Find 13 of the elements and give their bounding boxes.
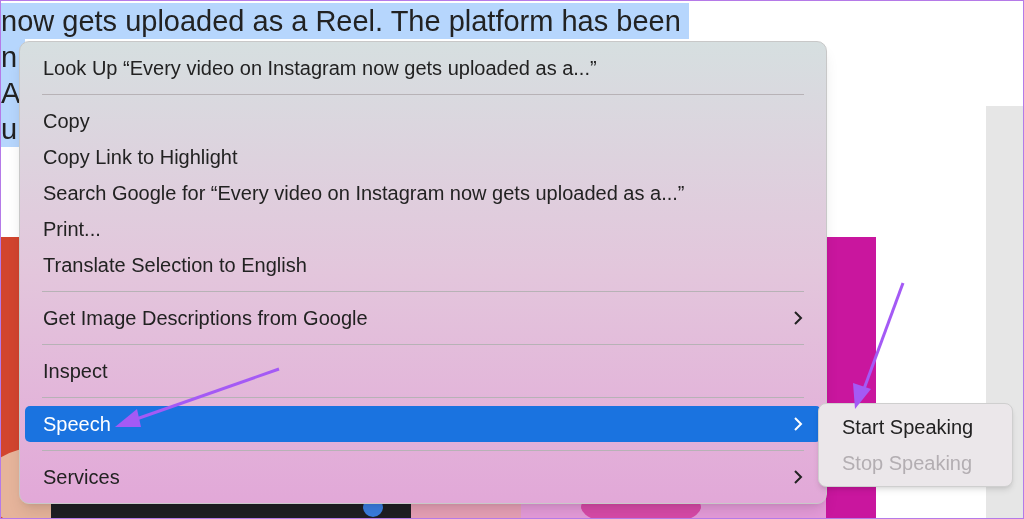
menu-item[interactable]: Services <box>25 459 821 495</box>
menu-item[interactable]: Inspect <box>25 353 821 389</box>
menu-item[interactable]: Print... <box>25 211 821 247</box>
chevron-right-icon <box>793 469 803 485</box>
menu-item[interactable]: Copy Link to Highlight <box>25 139 821 175</box>
chevron-right-icon <box>793 416 803 432</box>
menu-item[interactable]: Start Speaking <box>824 409 1007 445</box>
chevron-right-icon <box>793 310 803 326</box>
menu-item[interactable]: Get Image Descriptions from Google <box>25 300 821 336</box>
menu-item[interactable]: Speech <box>25 406 821 442</box>
menu-item[interactable]: Search Google for “Every video on Instagram now gets uploaded as a...” <box>25 175 821 211</box>
menu-item[interactable]: Translate Selection to English <box>25 247 821 283</box>
article-text: now gets uploaded as a Reel. The platform has been <box>1 3 689 39</box>
